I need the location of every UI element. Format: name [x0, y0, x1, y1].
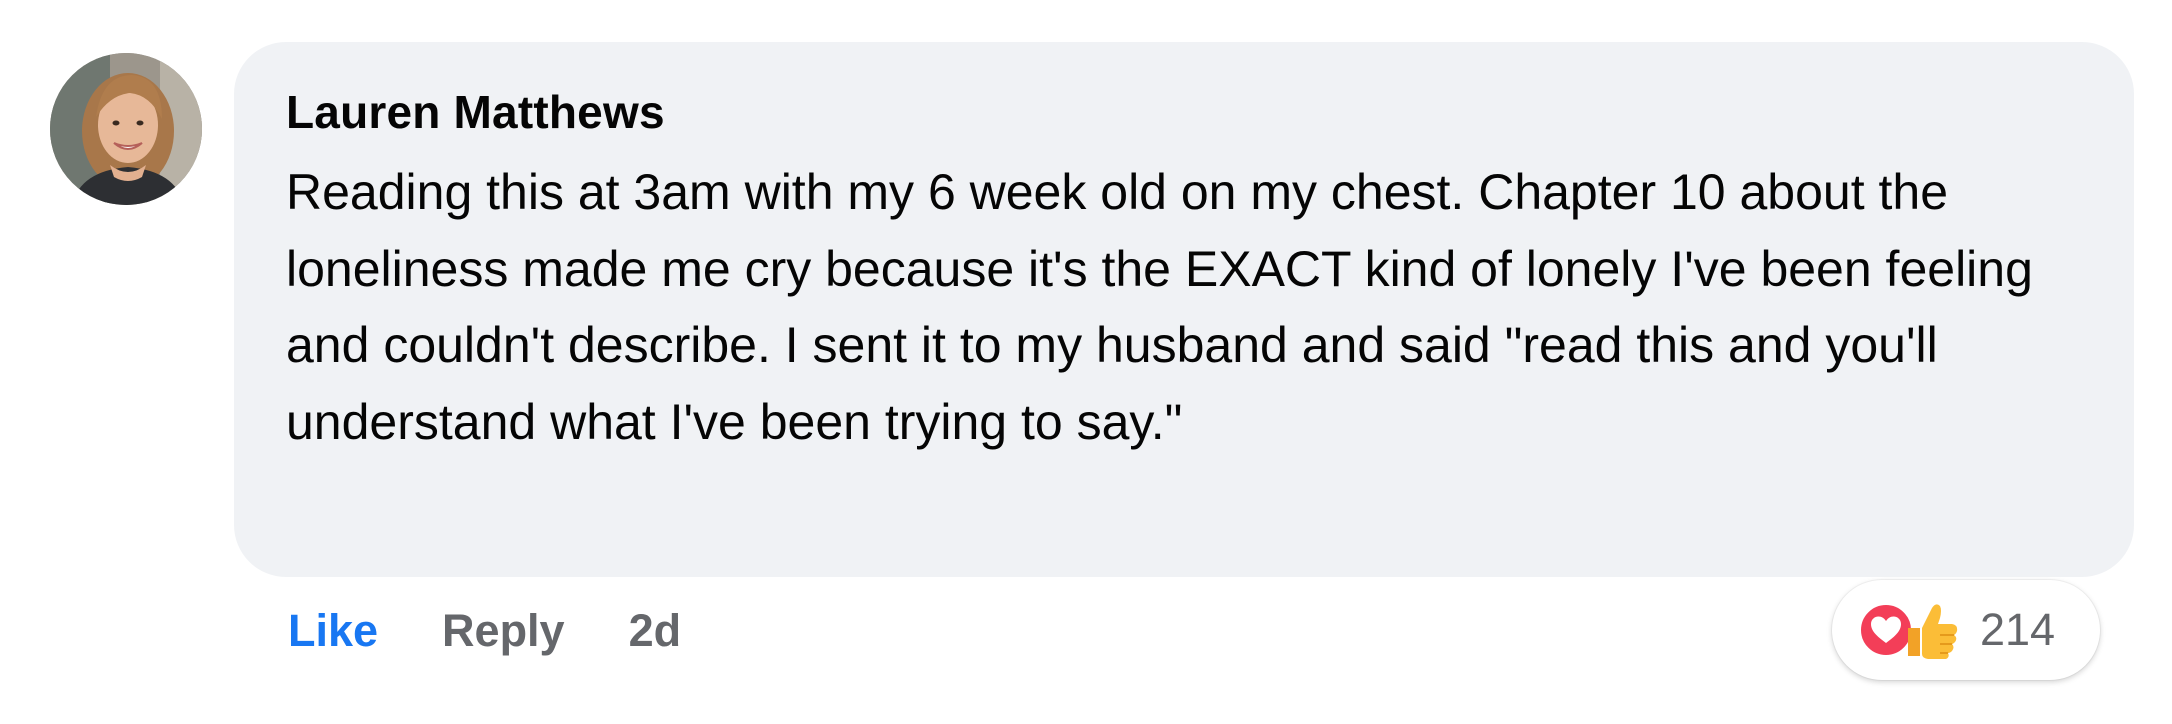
reactions-summary[interactable]: 214	[1832, 580, 2100, 680]
reaction-icons	[1858, 598, 1968, 662]
avatar-photo	[50, 53, 202, 205]
comment: Lauren Matthews Reading this at 3am with…	[0, 0, 2172, 724]
comment-timestamp[interactable]: 2d	[629, 605, 682, 657]
like-button[interactable]: Like	[288, 605, 378, 657]
reply-button[interactable]: Reply	[442, 605, 565, 657]
comment-bubble: Lauren Matthews Reading this at 3am with…	[234, 42, 2134, 577]
reaction-count: 214	[1980, 604, 2056, 655]
avatar[interactable]	[50, 53, 202, 205]
thumbs-up-reaction-icon	[1900, 598, 1960, 662]
comment-text: Reading this at 3am with my 6 week old o…	[286, 164, 2033, 450]
author-name[interactable]: Lauren Matthews	[286, 84, 2082, 140]
comment-actions: Like Reply 2d	[288, 598, 681, 664]
